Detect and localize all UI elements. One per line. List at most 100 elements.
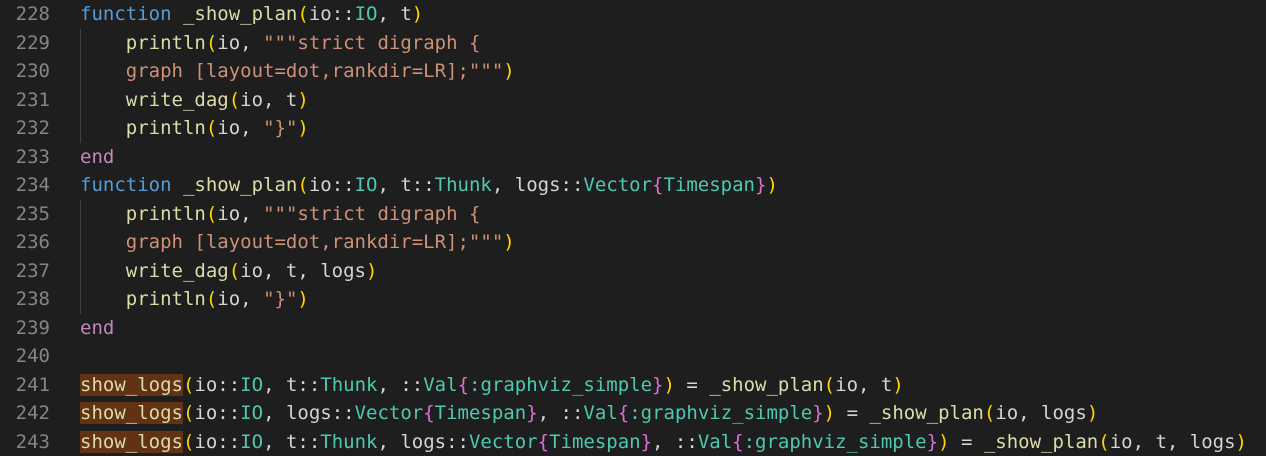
code-token: :graphviz_simple — [469, 373, 653, 396]
code-token: ) — [766, 174, 778, 196]
code-line[interactable]: 230 graph [layout=dot,rankdir=LR];""") — [0, 57, 1266, 86]
code-token: Vector — [468, 430, 538, 453]
code-line[interactable]: 237 write_dag(io, t, logs) — [0, 257, 1266, 286]
code-line[interactable]: 235 println(io, """strict digraph { — [0, 200, 1266, 229]
code-token: write_dag — [125, 259, 229, 282]
code-token: Thunk — [434, 174, 492, 196]
highlighted-token: show_logs — [80, 402, 183, 424]
code-token: Vector — [354, 402, 424, 424]
code-token: io, t — [835, 373, 893, 396]
code-token: :graphviz_simple — [743, 430, 927, 453]
code-token: , t:: — [263, 430, 321, 453]
highlighted-token: show_logs — [80, 430, 183, 453]
code-text: show_logs(io::IO, t::Thunk, ::Val{:graph… — [80, 371, 904, 400]
code-token: , t:: — [263, 373, 321, 396]
code-token: graph [layout=dot,rankdir=LR];""" — [125, 231, 504, 253]
code-token: ( — [297, 3, 309, 25]
code-token: ( — [205, 117, 218, 139]
line-number: 235 — [15, 202, 50, 225]
code-text: graph [layout=dot,rankdir=LR];""") — [80, 228, 515, 257]
code-token: graph [layout=dot,rankdir=LR];""" — [125, 60, 504, 82]
code-token: ( — [182, 430, 195, 453]
code-token: } — [812, 402, 824, 424]
code-token: ) — [297, 88, 309, 111]
code-token: } — [652, 373, 664, 396]
code-token: { — [423, 402, 435, 424]
code-text: println(io, """strict digraph { — [80, 29, 481, 58]
code-token: write_dag — [125, 88, 229, 111]
code-text: end — [80, 314, 114, 343]
code-line[interactable]: 231 write_dag(io, t) — [0, 86, 1266, 115]
line-number: 239 — [15, 316, 50, 339]
code-line[interactable]: 242 show_logs(io::IO, logs::Vector{Timesp… — [0, 399, 1266, 428]
code-token: = — [674, 373, 710, 396]
code-line[interactable]: 240 — [0, 342, 1266, 371]
code-token: Val — [583, 402, 618, 424]
code-line[interactable]: 233 end — [0, 143, 1266, 172]
line-number: 234 — [15, 174, 50, 196]
code-token: } — [755, 174, 767, 196]
line-number: 231 — [15, 88, 50, 111]
code-token: io:: — [194, 373, 241, 396]
code-text: graph [layout=dot,rankdir=LR];""") — [80, 57, 515, 86]
code-token: _show_plan — [182, 3, 298, 25]
code-line[interactable]: 228 function _show_plan(io::IO, t) — [0, 0, 1266, 29]
code-token: ( — [228, 88, 241, 111]
code-token: } — [526, 402, 538, 424]
code-token: ) — [297, 288, 309, 310]
line-number: 242 — [15, 402, 50, 424]
code-token: io, — [217, 117, 264, 139]
code-token: end — [80, 145, 115, 168]
code-token: { — [457, 373, 470, 396]
code-token: io:: — [308, 174, 355, 196]
highlighted-token: show_logs — [80, 373, 183, 396]
code-token: ( — [205, 288, 218, 310]
code-token: = — [949, 430, 984, 453]
code-token: } — [640, 430, 653, 453]
code-token: { — [732, 430, 744, 453]
code-token: _show_plan — [869, 402, 984, 424]
code-token: Val — [697, 430, 733, 453]
code-token: , t — [377, 3, 412, 25]
code-text: write_dag(io, t) — [80, 86, 309, 115]
code-text: function _show_plan(io::IO, t::Thunk, lo… — [80, 171, 778, 200]
code-line[interactable]: 241 show_logs(io::IO, t::Thunk, ::Val{:gr… — [0, 371, 1266, 400]
code-line[interactable]: 243 show_logs(io::IO, t::Thunk, logs::Vec… — [0, 428, 1266, 456]
code-text: println(io, """strict digraph { — [80, 200, 481, 229]
code-line[interactable]: 238 println(io, "}") — [0, 285, 1266, 314]
code-token: , :: — [537, 402, 584, 424]
code-token: """strict digraph { — [263, 202, 481, 225]
code-text: end — [80, 143, 114, 172]
code-token: ) — [503, 231, 515, 253]
code-token: ( — [823, 373, 836, 396]
code-line[interactable]: 229 println(io, """strict digraph { — [0, 29, 1266, 58]
line-number: 241 — [15, 373, 50, 396]
code-token: ) — [663, 373, 675, 396]
code-token: ( — [182, 373, 195, 396]
code-editor[interactable]: 228 function _show_plan(io::IO, t) 229 pri… — [0, 0, 1266, 456]
code-token: Thunk — [320, 373, 378, 396]
code-token: :graphviz_simple — [629, 402, 813, 424]
line-number: 230 — [15, 60, 50, 82]
code-text: show_logs(io::IO, t::Thunk, logs::Vector… — [80, 428, 1247, 456]
code-token: ( — [297, 174, 309, 196]
code-line[interactable]: 234 function _show_plan(io::IO, t::Thunk,… — [0, 171, 1266, 200]
code-token: , logs:: — [263, 402, 355, 424]
code-line[interactable]: 239 end — [0, 314, 1266, 343]
code-token: Thunk — [320, 430, 378, 453]
code-token: IO — [354, 3, 378, 25]
code-line[interactable]: 236 graph [layout=dot,rankdir=LR];""") — [0, 228, 1266, 257]
code-token: io, t, logs — [1109, 430, 1236, 453]
code-token: io, logs — [995, 402, 1087, 424]
code-token: { — [652, 174, 664, 196]
code-line[interactable]: 232 println(io, "}") — [0, 114, 1266, 143]
line-number: 232 — [15, 117, 50, 139]
line-number: 233 — [15, 145, 50, 168]
line-number: 240 — [15, 345, 50, 367]
